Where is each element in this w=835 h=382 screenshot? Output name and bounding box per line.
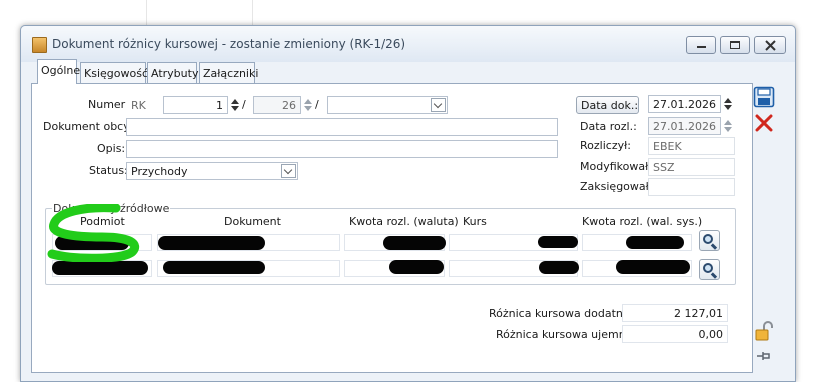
cancel-button[interactable] — [753, 112, 775, 134]
numer-separator-2: / — [315, 98, 319, 111]
save-icon — [753, 86, 775, 108]
data-rozl-field[interactable]: 27.01.2026 — [648, 117, 721, 135]
document-icon — [32, 37, 47, 53]
annotation-mark — [47, 204, 140, 262]
redaction-mark — [383, 236, 446, 250]
roznica-ujemna-label: Różnica kursowa ujemna: — [496, 328, 637, 341]
numer-prefix: RK — [126, 96, 158, 114]
numer-separator-1: / — [242, 98, 246, 111]
redaction-mark — [539, 261, 579, 274]
minimize-button[interactable] — [686, 36, 716, 54]
chevron-down-icon[interactable] — [281, 164, 296, 178]
modyfikowal-field: SSZ — [648, 158, 735, 176]
save-button[interactable] — [753, 86, 775, 108]
dokument-obcy-field[interactable] — [126, 118, 558, 136]
tab-ogolne[interactable]: Ogólne — [37, 59, 80, 84]
search-icon — [703, 263, 713, 273]
redaction-mark — [52, 261, 148, 275]
unlock-icon — [755, 321, 773, 341]
redaction-mark — [626, 236, 684, 249]
chevron-down-icon[interactable] — [431, 98, 446, 112]
modyfikowal-label: Modyfikował: — [580, 160, 652, 173]
status-label: Status: — [89, 164, 128, 177]
restore-icon — [730, 41, 740, 49]
opis-label: Opis: — [97, 142, 126, 155]
numer-series-select[interactable] — [327, 96, 448, 114]
restore-button[interactable] — [720, 36, 750, 54]
pin-button[interactable] — [755, 347, 777, 369]
tab-zalaczniki[interactable]: Załączniki — [199, 62, 258, 84]
column-header-kurs[interactable]: Kurs — [463, 215, 487, 228]
column-header-dokument[interactable]: Dokument — [224, 215, 281, 228]
close-icon — [765, 40, 776, 51]
cancel-icon — [755, 114, 773, 132]
title-bar[interactable]: Dokument różnicy kursowej - zostanie zmi… — [21, 26, 795, 62]
opis-field[interactable] — [126, 140, 558, 158]
tab-ksiegowosc[interactable]: Księgowość — [80, 62, 148, 84]
redaction-mark — [158, 236, 265, 250]
rozliczyl-field: EBEK — [648, 137, 735, 155]
redaction-mark — [389, 260, 444, 274]
redaction-mark — [163, 261, 265, 274]
dokument-obcy-label: Dokument obcy: — [43, 120, 133, 133]
zaksiegowal-label: Zaksięgował: — [580, 180, 653, 193]
column-header-kwota-waluta[interactable]: Kwota rozl. (waluta) — [349, 215, 459, 228]
numer-field[interactable]: 1 — [163, 96, 228, 114]
redaction-mark — [616, 260, 690, 274]
data-dok-button[interactable]: Data dok.: — [576, 96, 639, 114]
data-dok-spinner[interactable] — [722, 96, 734, 112]
unlock-button[interactable] — [753, 320, 775, 342]
numer-label: Numer: — [88, 98, 129, 111]
roznica-dodatnia-label: Różnica kursowa dodatnia: — [489, 307, 637, 320]
numer-year-spinner[interactable] — [302, 97, 314, 113]
numer-year-field[interactable]: 26 — [253, 96, 301, 114]
data-rozl-label: Data rozl.: — [580, 120, 637, 133]
window-title: Dokument różnicy kursowej - zostanie zmi… — [52, 37, 406, 51]
data-rozl-spinner[interactable] — [722, 118, 734, 134]
pin-icon — [757, 352, 770, 360]
roznica-ujemna-value: 0,00 — [622, 325, 728, 343]
roznica-dodatnia-value: 2 127,01 — [622, 304, 728, 322]
column-header-kwota-sys[interactable]: Kwota rozl. (wal. sys.) — [582, 215, 702, 228]
search-button[interactable] — [699, 259, 720, 280]
status-select[interactable]: Przychody — [126, 162, 298, 180]
search-button[interactable] — [699, 230, 720, 251]
tab-atrybuty[interactable]: Atrybuty — [147, 62, 198, 84]
rozliczyl-label: Rozliczył: — [580, 139, 631, 152]
numer-spinner[interactable] — [229, 97, 241, 113]
minimize-icon — [697, 46, 706, 48]
data-dok-field[interactable]: 27.01.2026 — [648, 95, 721, 113]
close-button[interactable] — [754, 36, 786, 54]
search-icon — [703, 234, 713, 244]
zaksiegowal-field — [648, 178, 735, 196]
redaction-mark — [538, 236, 578, 248]
